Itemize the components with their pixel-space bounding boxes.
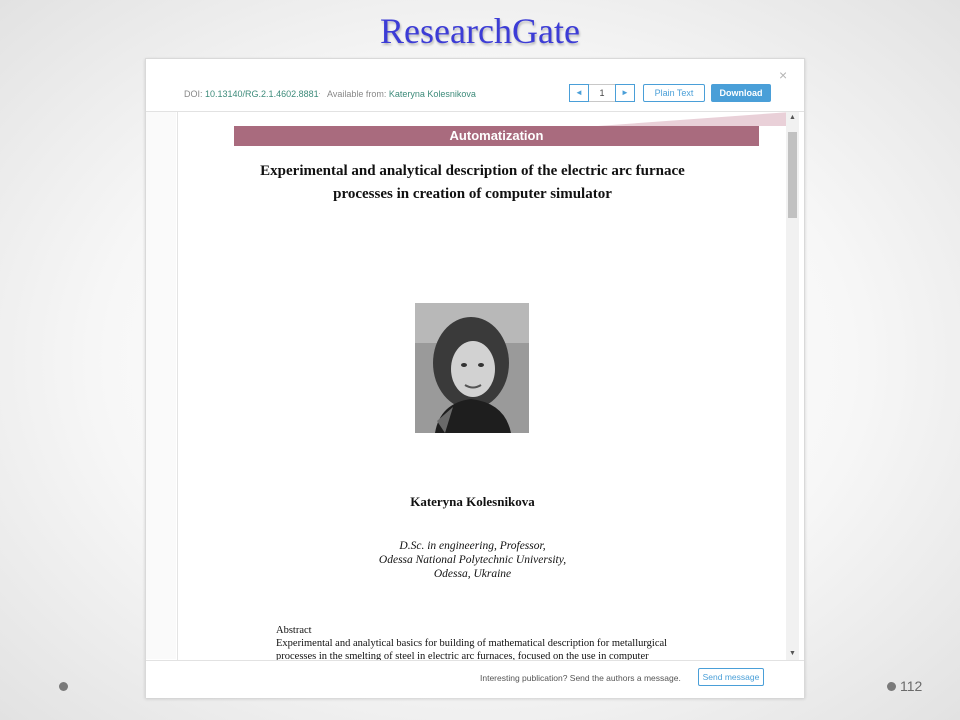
- author-photo: [415, 303, 529, 433]
- bullet-icon: [59, 682, 68, 691]
- available-from: Available from: Kateryna Kolesnikova: [327, 89, 476, 99]
- affiliation-line: Odessa National Polytechnic University,: [378, 554, 567, 566]
- scroll-up-icon[interactable]: ▲: [786, 112, 799, 124]
- document-page: Automatization Experimental and analytic…: [177, 112, 787, 660]
- separator: ·: [318, 88, 321, 98]
- vertical-scrollbar[interactable]: ▲ ▼: [786, 112, 799, 660]
- slide-page-number: 112: [900, 678, 923, 694]
- doi-link[interactable]: 10.13140/RG.2.1.4602.8881: [205, 89, 319, 99]
- doi-label: DOI:: [184, 89, 206, 99]
- footer-message: Interesting publication? Send the author…: [480, 673, 681, 683]
- affiliation-line: Odessa, Ukraine: [433, 568, 512, 580]
- paper-title-line: processes in creation of computer simula…: [333, 186, 612, 202]
- section-header: Automatization: [234, 126, 759, 146]
- send-message-button[interactable]: Send message: [698, 668, 764, 686]
- viewer-footer: Interesting publication? Send the author…: [146, 660, 804, 698]
- page-number-input[interactable]: 1: [589, 84, 615, 102]
- author-affiliation: D.Sc. in engineering, Professor, Odessa …: [218, 539, 727, 581]
- viewer-background: [146, 59, 176, 659]
- viewer-toolbar: DOI: 10.13140/RG.2.1.4602.8881 · Availab…: [146, 59, 804, 112]
- affiliation-line: D.Sc. in engineering, Professor,: [399, 540, 546, 552]
- next-page-button[interactable]: ►: [615, 84, 635, 102]
- abstract-line: processes in the smelting of steel in el…: [276, 651, 649, 660]
- scrollbar-thumb[interactable]: [788, 132, 797, 218]
- available-label: Available from:: [327, 89, 389, 99]
- paper-title: Experimental and analytical description …: [218, 160, 727, 206]
- close-icon[interactable]: ×: [779, 67, 787, 83]
- abstract-heading: Abstract: [276, 625, 312, 636]
- plain-text-button[interactable]: Plain Text: [643, 84, 705, 102]
- slide-title: ResearchGate: [380, 11, 580, 51]
- page-corner-decoration: [598, 112, 787, 126]
- bullet-icon: [887, 682, 896, 691]
- author-link[interactable]: Kateryna Kolesnikova: [389, 89, 476, 99]
- doi: DOI: 10.13140/RG.2.1.4602.8881: [184, 89, 319, 99]
- document-viewer: DOI: 10.13140/RG.2.1.4602.8881 · Availab…: [145, 58, 805, 698]
- author-portrait-image: [415, 303, 529, 433]
- abstract-line: Experimental and analytical basics for b…: [276, 638, 668, 649]
- author-name: Kateryna Kolesnikova: [410, 494, 535, 509]
- prev-page-button[interactable]: ◄: [569, 84, 589, 102]
- download-button[interactable]: Download: [711, 84, 771, 102]
- page-pager: ◄ 1 ►: [569, 84, 635, 102]
- scroll-down-icon[interactable]: ▼: [786, 648, 799, 660]
- paper-title-line: Experimental and analytical description …: [260, 163, 685, 179]
- abstract: Abstract Experimental and analytical bas…: [276, 624, 686, 660]
